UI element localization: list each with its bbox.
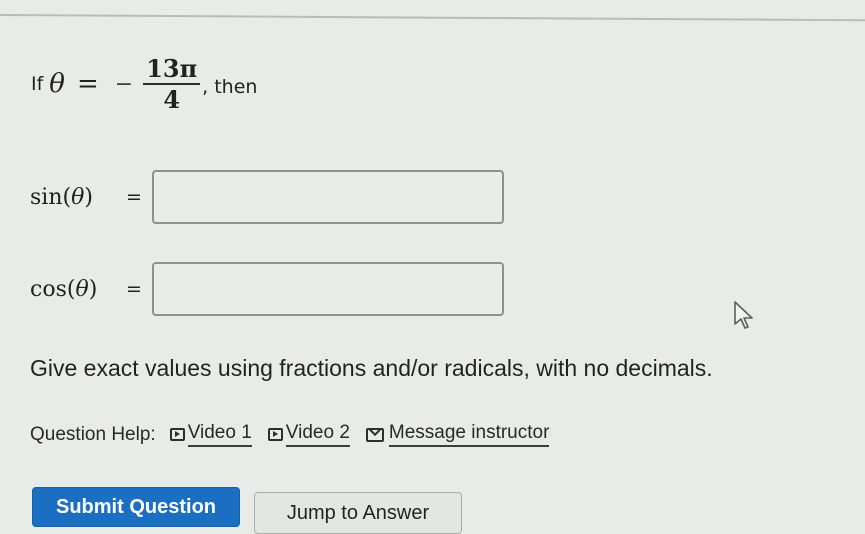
sin-func-name: sin	[30, 184, 63, 210]
theta-symbol: θ	[49, 69, 65, 100]
cos-theta: θ	[75, 276, 89, 302]
sin-answer-input[interactable]	[151, 170, 504, 224]
fraction-numerator: 13π	[143, 56, 201, 86]
sin-close-paren: )	[84, 184, 93, 210]
video-2-label: Video 2	[285, 422, 350, 447]
message-instructor-link[interactable]: Message instructor	[365, 422, 550, 447]
sin-label: sin(θ)	[30, 185, 134, 210]
play-icon	[267, 428, 283, 441]
question-suffix: , then	[202, 76, 258, 99]
video-1-label: Video 1	[187, 422, 252, 447]
cos-label: cos(θ)	[30, 277, 134, 302]
top-divider	[0, 14, 865, 22]
sin-row: sin(θ) =	[30, 170, 504, 224]
cos-close-paren: )	[88, 276, 98, 302]
question-help: Question Help: Video 1 Video 2 Message i…	[30, 422, 565, 447]
sin-equals: =	[126, 186, 142, 208]
sin-open-paren: (	[62, 184, 72, 210]
message-instructor-label: Message instructor	[388, 422, 550, 447]
play-icon	[169, 428, 185, 441]
submit-question-button[interactable]: Submit Question	[32, 487, 240, 527]
cos-equals: =	[126, 278, 142, 300]
equals-sign: =	[76, 69, 99, 100]
video-1-link[interactable]: Video 1	[169, 422, 252, 447]
cos-answer-input[interactable]	[151, 262, 504, 316]
question-prefix: If	[31, 73, 44, 96]
fraction-denominator: 4	[163, 85, 181, 115]
instructions-text: Give exact values using fractions and/or…	[30, 355, 713, 381]
jump-to-answer-button[interactable]: Jump to Answer	[254, 492, 462, 534]
question-prompt: If θ = − 13π 4 , then	[31, 56, 258, 115]
mouse-cursor-icon	[734, 301, 753, 329]
sin-theta: θ	[71, 184, 85, 210]
negative-sign: −	[114, 71, 134, 97]
cos-row: cos(θ) =	[30, 262, 504, 316]
angle-fraction: 13π 4	[143, 56, 201, 115]
cos-func-name: cos	[30, 276, 67, 302]
question-help-label: Question Help:	[30, 423, 156, 445]
video-2-link[interactable]: Video 2	[267, 422, 350, 447]
action-buttons: Submit Question Jump to Answer	[32, 480, 462, 534]
mail-icon	[365, 427, 384, 442]
